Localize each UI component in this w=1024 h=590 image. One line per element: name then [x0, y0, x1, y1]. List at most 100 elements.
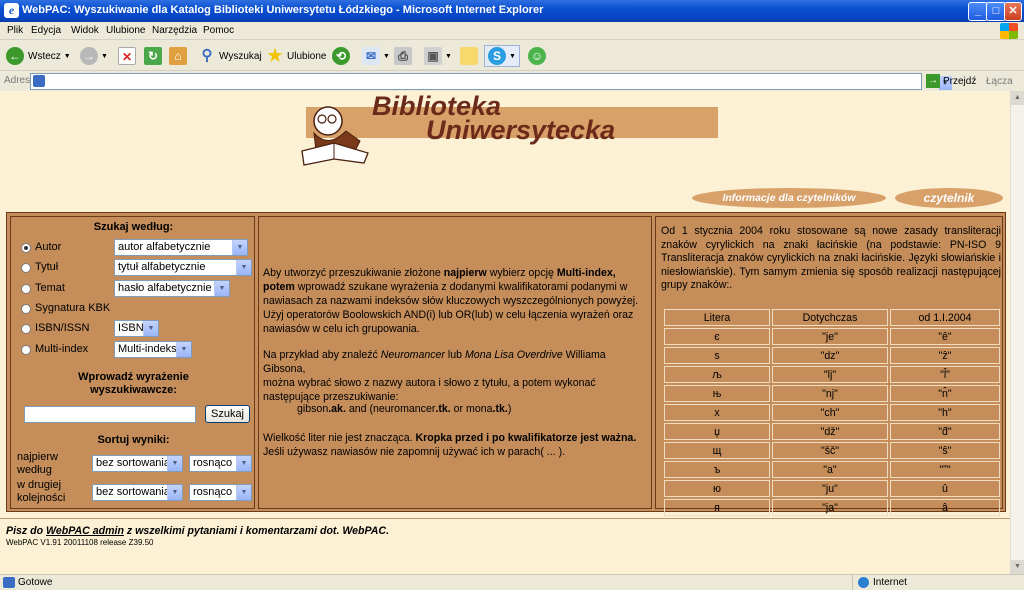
help-italic-title: Neuromancer — [380, 349, 445, 361]
close-button[interactable]: ✕ — [1004, 2, 1022, 21]
search-submit-button[interactable]: Szukaj — [205, 405, 250, 423]
query-input[interactable] — [24, 406, 196, 423]
sort1-label-1: najpierw — [17, 451, 58, 463]
table-row: ъ "a" "ʺ" — [664, 461, 1000, 478]
favorites-button[interactable]: ★ Ulubione — [266, 45, 326, 67]
radio-multi-index[interactable] — [21, 345, 31, 355]
menu-favorites[interactable]: Ulubione — [106, 25, 145, 36]
help-text: ) — [507, 403, 512, 415]
cell-letter: ю — [664, 480, 770, 497]
radio-kbk[interactable] — [21, 304, 31, 314]
info-for-readers-link[interactable]: Informacje dla czytelników — [692, 188, 886, 208]
cell-new: â — [890, 499, 1000, 516]
chevron-down-icon: ▼ — [236, 456, 251, 471]
kbk-label: Sygnatura KBK — [35, 302, 111, 314]
help-example: gibson.ak. and (neuromancer.tk. or mona.… — [297, 402, 683, 416]
header-letter: Litera — [664, 309, 770, 326]
multi-index-select[interactable]: Multi-indeks ▼ — [114, 341, 192, 358]
cell-previous: "ja" — [772, 499, 888, 516]
maximize-button[interactable]: □ — [986, 2, 1006, 21]
multi-index-label: Multi-index — [35, 343, 89, 355]
radio-subject[interactable] — [21, 284, 31, 294]
help-bold-qualifier: .ak. — [328, 403, 346, 415]
cell-new: "d̂" — [890, 423, 1000, 440]
stop-icon: ✕ — [118, 47, 136, 65]
chevron-down-icon: ▼ — [143, 321, 158, 336]
radio-author[interactable] — [21, 243, 31, 253]
home-icon: ⌂ — [169, 47, 187, 65]
cell-new: "ê" — [890, 328, 1000, 345]
isbn-select-value: ISBN — [118, 322, 144, 334]
cell-letter: я — [664, 499, 770, 516]
menu-view[interactable]: Widok — [71, 25, 99, 36]
author-select-value: autor alfabetycznie — [118, 241, 211, 253]
zone-text: Internet — [873, 577, 907, 588]
history-button[interactable]: ⟲ — [332, 45, 350, 67]
back-arrow-icon: ← — [6, 47, 24, 65]
home-button[interactable]: ⌂ — [169, 45, 187, 67]
isbn-select[interactable]: ISBN ▼ — [114, 320, 159, 337]
edit-button[interactable]: ▣ ▼ — [424, 45, 452, 67]
print-button[interactable]: ⎙ — [394, 45, 412, 67]
radio-title[interactable] — [21, 263, 31, 273]
links-label[interactable]: Łącza — [986, 76, 1013, 87]
help-text: lub — [444, 349, 465, 361]
menu-file[interactable]: Plik — [7, 25, 23, 36]
search-by-heading: Szukaj według: — [93, 221, 174, 233]
minimize-button[interactable]: _ — [968, 2, 988, 21]
discuss-button[interactable] — [460, 45, 478, 67]
globe-icon — [858, 577, 869, 588]
help-text: nawiasach za nazwami indeksów słów klucz… — [263, 295, 639, 307]
back-button[interactable]: ← Wstecz ▼ — [6, 45, 71, 67]
cell-letter: њ — [664, 385, 770, 402]
favorites-label: Ulubione — [287, 50, 327, 62]
address-input[interactable]: ▼ — [30, 73, 952, 90]
subject-select[interactable]: hasło alfabetycznie ▼ — [114, 280, 230, 297]
order2-select[interactable]: rosnąco ▼ — [189, 484, 252, 501]
order1-select[interactable]: rosnąco ▼ — [189, 455, 252, 472]
title-select[interactable]: tytuł alfabetycznie ▼ — [114, 259, 252, 276]
skype-button[interactable]: S ▼ — [484, 45, 520, 67]
window-title: WebPAC: Wyszukiwanie dla Katalog Bibliot… — [22, 4, 544, 16]
forward-button[interactable]: → ▼ — [80, 45, 108, 67]
cell-letter: ъ — [664, 461, 770, 478]
star-icon: ★ — [267, 46, 283, 65]
reader-link[interactable]: czytelnik — [895, 188, 1003, 208]
refresh-button[interactable]: ↻ — [144, 45, 162, 67]
windows-logo-icon — [1000, 23, 1018, 39]
history-icon: ⟲ — [332, 47, 350, 65]
chevron-down-icon: ▼ — [232, 240, 247, 255]
table-row: ю "ju" û — [664, 480, 1000, 497]
help-bold-note: Kropka przed i po kwalifikatorze jest wa… — [415, 432, 637, 444]
radio-isbn[interactable] — [21, 324, 31, 334]
vertical-scrollbar[interactable]: ▲ ▼ — [1010, 91, 1024, 574]
menu-edit[interactable]: Edycja — [31, 25, 61, 36]
cell-previous: "šč" — [772, 442, 888, 459]
go-button[interactable]: → Przejdź — [926, 74, 976, 88]
scroll-down-icon[interactable]: ▼ — [1011, 560, 1024, 574]
chevron-down-icon: ▼ — [214, 281, 229, 296]
status-divider — [852, 575, 853, 590]
help-text: Jeśli używasz nawiasów nie zapomnij używ… — [263, 446, 566, 458]
scroll-up-icon[interactable]: ▲ — [1011, 91, 1024, 105]
chevron-down-icon: ▼ — [63, 52, 71, 60]
cell-previous: "nj" — [772, 385, 888, 402]
search-icon: ⚲ — [201, 47, 213, 64]
chevron-down-icon: ▼ — [167, 456, 182, 471]
back-label: Wstecz — [28, 50, 61, 62]
menu-help[interactable]: Pomoc — [203, 25, 234, 36]
messenger-button[interactable]: ☺ — [528, 45, 546, 67]
sort-heading: Sortuj wyniki: — [97, 434, 170, 446]
footer-contact: Pisz do WebPAC admin z wszelkimi pytania… — [6, 525, 389, 537]
cell-new: "h" — [890, 404, 1000, 421]
help-text: nawiasów w celu ich grupowania. — [263, 323, 420, 335]
menu-tools[interactable]: Narzędzia — [152, 25, 197, 36]
sort2-select[interactable]: bez sortowania ▼ — [92, 484, 183, 501]
stop-button[interactable]: ✕ — [118, 45, 136, 67]
help-panel: Aby utworzyć przeszukiwanie złożone najp… — [258, 216, 652, 509]
author-select[interactable]: autor alfabetycznie ▼ — [114, 239, 248, 256]
mail-button[interactable]: ✉ ▼ — [362, 45, 390, 67]
search-button[interactable]: ⚲ Wyszukaj — [198, 45, 262, 67]
sort1-select[interactable]: bez sortowania ▼ — [92, 455, 183, 472]
admin-link[interactable]: WebPAC admin — [46, 525, 124, 537]
